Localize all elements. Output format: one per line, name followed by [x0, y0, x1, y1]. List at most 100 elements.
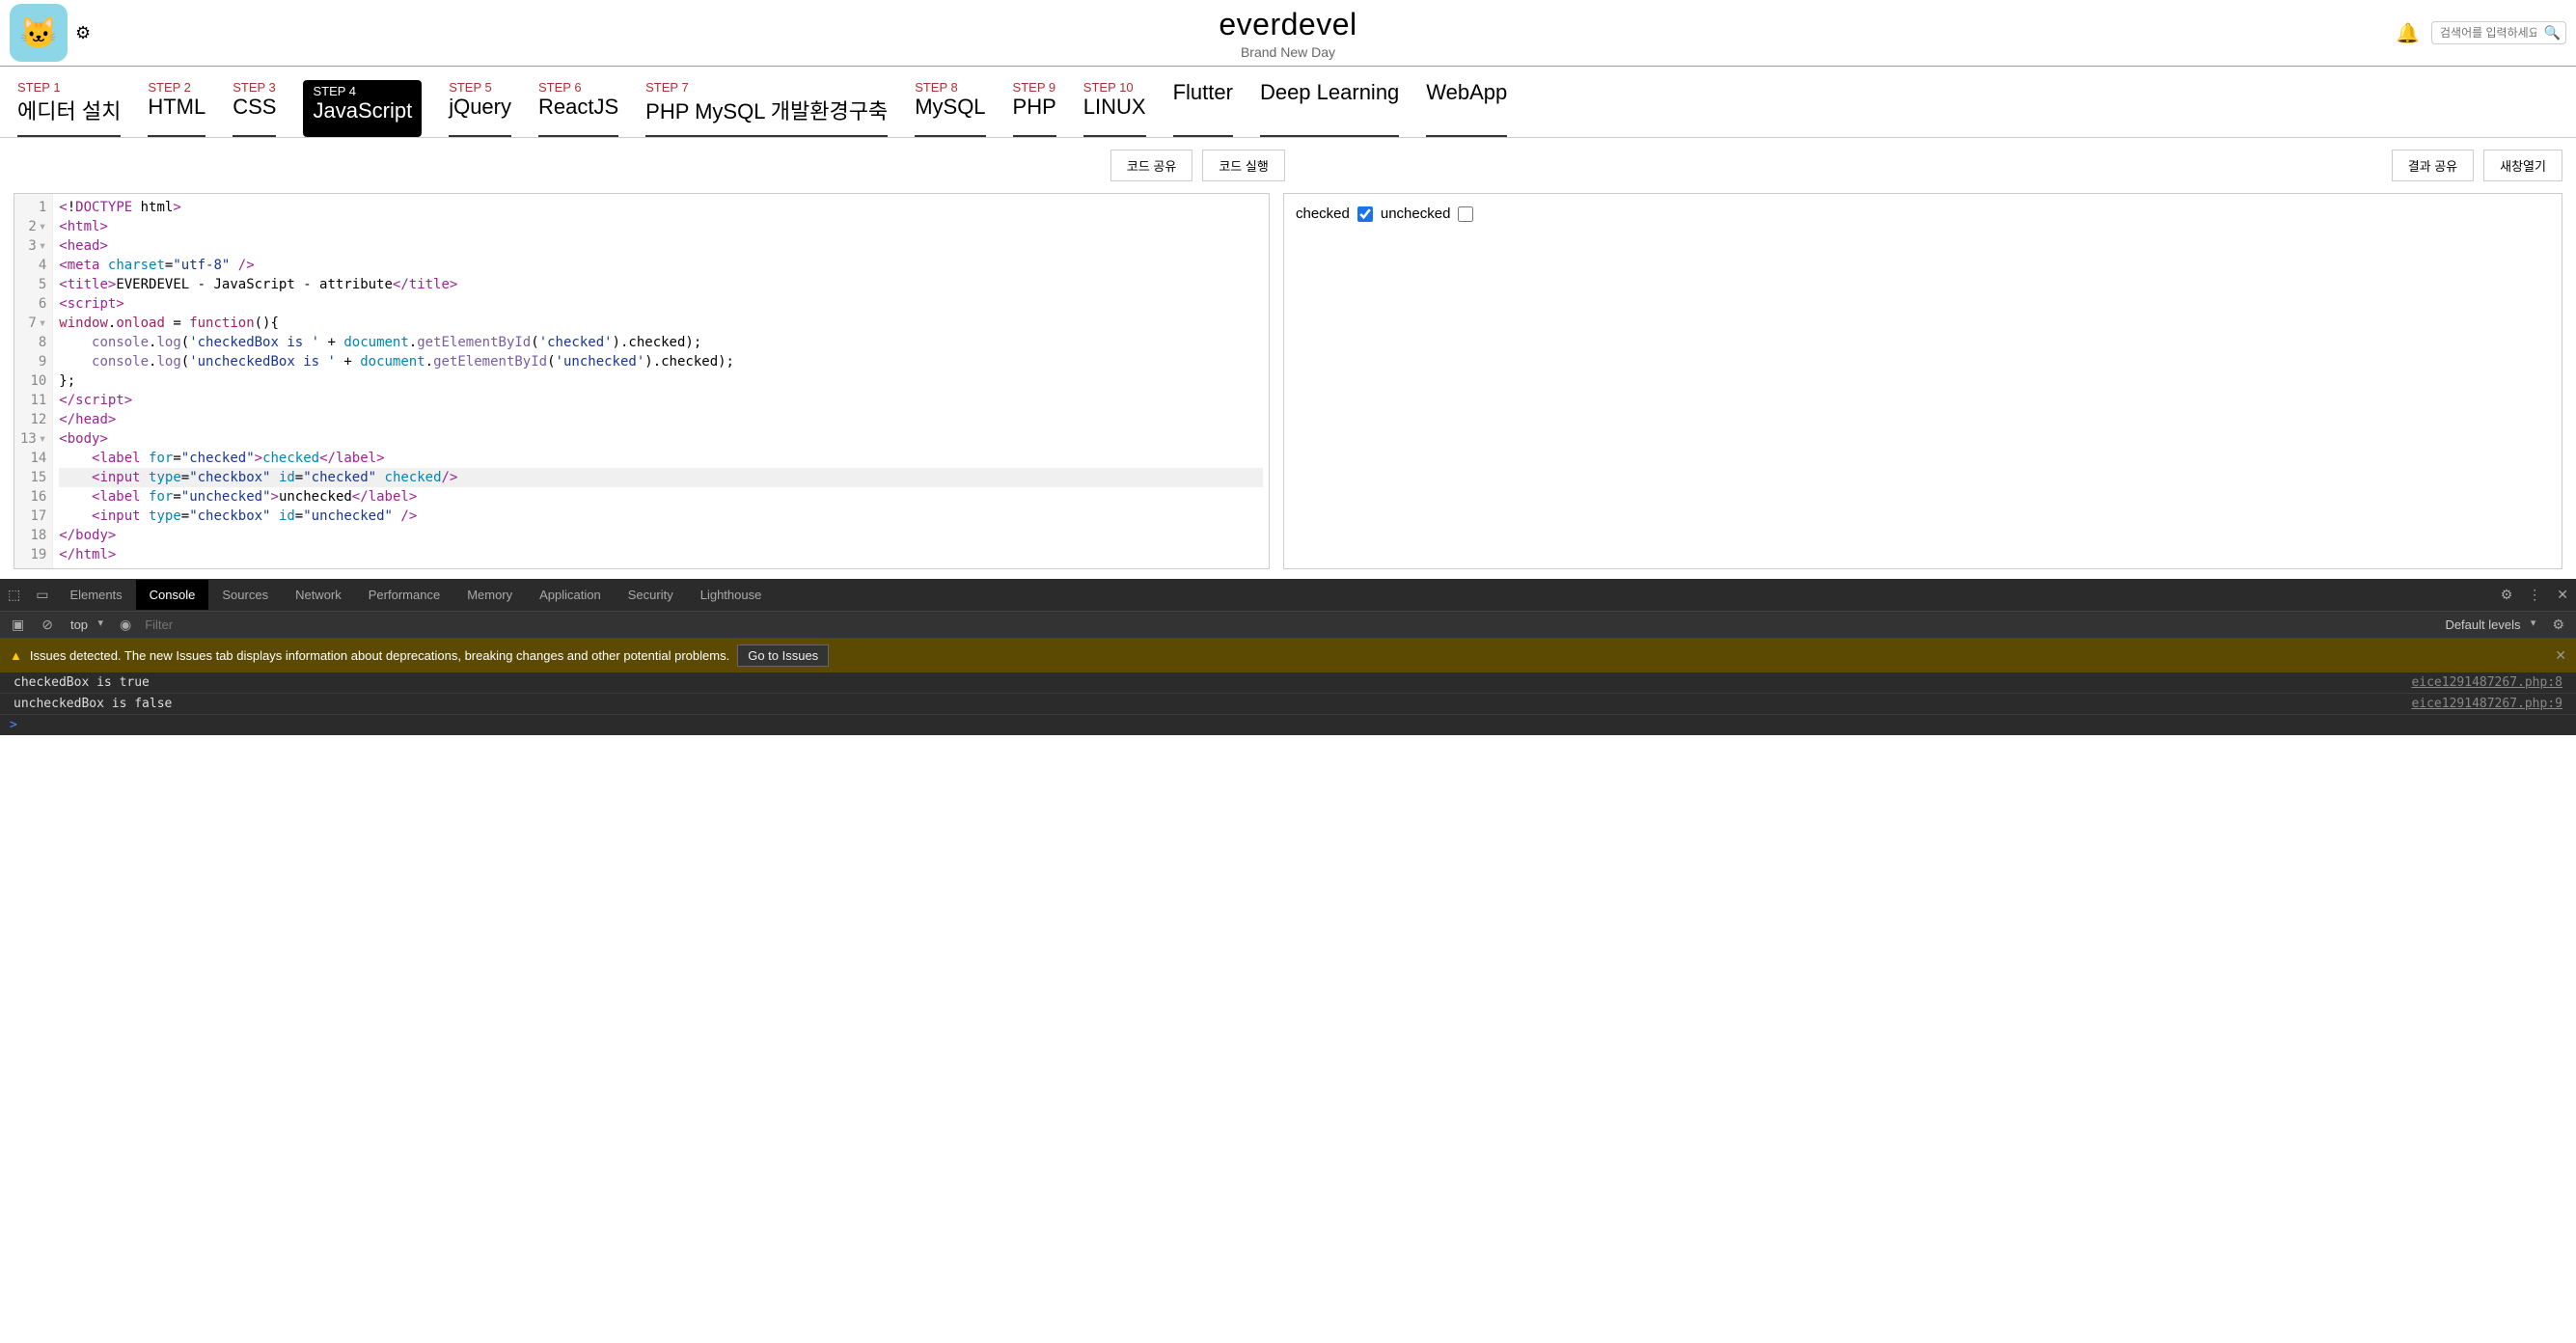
- run-code-button[interactable]: 코드 실행: [1202, 150, 1284, 181]
- code-line[interactable]: <label for="unchecked">unchecked</label>: [59, 487, 1263, 507]
- log-message: uncheckedBox is false: [14, 697, 172, 711]
- main-split: 12▾3▾4567▾8910111213▾141516171819 <!DOCT…: [0, 193, 2576, 579]
- settings-icon[interactable]: ⚙: [2493, 579, 2521, 611]
- log-source-link[interactable]: eice1291487267.php:9: [2411, 697, 2562, 711]
- editor-pane[interactable]: 12▾3▾4567▾8910111213▾141516171819 <!DOCT…: [14, 193, 1270, 569]
- step-label: STEP 4: [313, 84, 412, 98]
- eye-icon[interactable]: ◉: [116, 617, 135, 633]
- log-source-link[interactable]: eice1291487267.php:8: [2411, 675, 2562, 690]
- devtools-tab-lighthouse[interactable]: Lighthouse: [687, 580, 776, 610]
- code-line[interactable]: <body>: [59, 429, 1263, 449]
- brand-subtitle: Brand New Day: [1219, 44, 1357, 60]
- go-to-issues-button[interactable]: Go to Issues: [737, 644, 829, 667]
- search-wrap: 🔍: [2431, 21, 2566, 44]
- nav-steps: STEP 1에디터 설치 STEP 2HTML STEP 3CSS STEP 4Jav…: [0, 67, 2576, 138]
- devtools-tab-console[interactable]: Console: [136, 580, 209, 610]
- code-line[interactable]: window.onload = function(){: [59, 314, 1263, 333]
- step-name: Deep Learning: [1260, 80, 1399, 105]
- nav-step-php[interactable]: STEP 9PHP: [1013, 80, 1056, 137]
- checkbox-checked[interactable]: [1357, 206, 1373, 222]
- devtools-tab-network[interactable]: Network: [282, 580, 355, 610]
- more-icon[interactable]: ⋮: [2520, 579, 2549, 611]
- log-row: checkedBox is true eice1291487267.php:8: [0, 672, 2576, 694]
- levels-select[interactable]: Default levels: [2441, 616, 2538, 634]
- code-line[interactable]: <meta charset="utf-8" />: [59, 256, 1263, 275]
- nav-step-css[interactable]: STEP 3CSS: [233, 80, 276, 137]
- step-name: WebApp: [1426, 80, 1507, 105]
- new-window-button[interactable]: 새창열기: [2483, 150, 2562, 181]
- code-line[interactable]: </head>: [59, 410, 1263, 429]
- logo[interactable]: 🐱: [10, 4, 68, 62]
- code-line[interactable]: console.log('uncheckedBox is ' + documen…: [59, 352, 1263, 371]
- clear-icon[interactable]: ⊘: [38, 617, 57, 633]
- nav-step-javascript[interactable]: STEP 4JavaScript: [303, 80, 422, 137]
- devtools-tab-sources[interactable]: Sources: [208, 580, 282, 610]
- nav-step-jquery[interactable]: STEP 5jQuery: [449, 80, 511, 137]
- devtools-right: ⚙ ⋮ ✕: [2493, 579, 2576, 611]
- code-line[interactable]: </html>: [59, 545, 1263, 564]
- bell-icon[interactable]: 🔔: [2396, 21, 2420, 45]
- context-select[interactable]: top: [67, 616, 106, 634]
- code-line[interactable]: <title>EVERDEVEL - JavaScript - attribut…: [59, 275, 1263, 294]
- line-number: 8: [20, 333, 46, 352]
- code-line[interactable]: console.log('checkedBox is ' + document.…: [59, 333, 1263, 352]
- devtools-tab-application[interactable]: Application: [526, 580, 615, 610]
- code-line[interactable]: </body>: [59, 526, 1263, 545]
- code-line[interactable]: };: [59, 371, 1263, 391]
- label-unchecked: unchecked: [1381, 206, 1451, 222]
- line-number: 18: [20, 526, 46, 545]
- code-area[interactable]: <!DOCTYPE html><html><head><meta charset…: [53, 194, 1269, 568]
- code-line[interactable]: <label for="checked">checked</label>: [59, 449, 1263, 468]
- share-result-button[interactable]: 결과 공유: [2392, 150, 2474, 181]
- checkbox-unchecked[interactable]: [1458, 206, 1473, 222]
- devtools-tab-security[interactable]: Security: [615, 580, 687, 610]
- filter-input[interactable]: [145, 617, 2431, 632]
- console-log: checkedBox is true eice1291487267.php:8 un…: [0, 672, 2576, 715]
- nav-step-mysql[interactable]: STEP 8MySQL: [915, 80, 985, 137]
- toolbar-center: 코드 공유 코드 실행: [1110, 150, 1285, 181]
- code-line[interactable]: <head>: [59, 236, 1263, 256]
- line-number: 19: [20, 545, 46, 564]
- code-line[interactable]: <!DOCTYPE html>: [59, 198, 1263, 217]
- nav-step-reactjs[interactable]: STEP 6ReactJS: [538, 80, 618, 137]
- nav-step-에디터-설치[interactable]: STEP 1에디터 설치: [17, 80, 121, 137]
- line-number: 14: [20, 449, 46, 468]
- line-number: 12: [20, 410, 46, 429]
- nav-step-flutter[interactable]: Flutter: [1173, 80, 1233, 137]
- device-icon[interactable]: ▭: [28, 579, 56, 611]
- step-label: STEP 2: [148, 80, 206, 95]
- step-name: Flutter: [1173, 80, 1233, 105]
- nav-step-deep-learning[interactable]: Deep Learning: [1260, 80, 1399, 137]
- close-icon[interactable]: ✕: [2549, 579, 2576, 611]
- devtools-filter-bar: ▣ ⊘ top ◉ Default levels ⚙: [0, 612, 2576, 639]
- warning-close-icon[interactable]: ✕: [2555, 647, 2566, 664]
- devtools-tab-performance[interactable]: Performance: [355, 580, 453, 610]
- devtools: ⬚ ▭ ElementsConsoleSourcesNetworkPerform…: [0, 579, 2576, 735]
- nav-step-webapp[interactable]: WebApp: [1426, 80, 1507, 137]
- code-line[interactable]: </script>: [59, 391, 1263, 410]
- line-number: 17: [20, 507, 46, 526]
- inspect-icon[interactable]: ⬚: [0, 579, 28, 611]
- step-label: STEP 1: [17, 80, 121, 95]
- step-label: STEP 6: [538, 80, 618, 95]
- search-icon[interactable]: 🔍: [2544, 25, 2561, 41]
- gear-icon[interactable]: ⚙: [75, 23, 91, 43]
- header-right: 🔔 🔍: [2396, 21, 2566, 45]
- code-line[interactable]: <script>: [59, 294, 1263, 314]
- nav-step-php-mysql-개발환경구축[interactable]: STEP 7PHP MySQL 개발환경구축: [645, 80, 888, 137]
- code-line[interactable]: <input type="checkbox" id="unchecked" />: [59, 507, 1263, 526]
- gear-small-icon[interactable]: ⚙: [2548, 617, 2568, 633]
- log-message: checkedBox is true: [14, 675, 150, 690]
- nav-step-linux[interactable]: STEP 10LINUX: [1083, 80, 1146, 137]
- play-icon[interactable]: ▣: [8, 617, 28, 633]
- devtools-tab-elements[interactable]: Elements: [56, 580, 135, 610]
- nav-step-html[interactable]: STEP 2HTML: [148, 80, 206, 137]
- line-number: 9: [20, 352, 46, 371]
- step-label: STEP 10: [1083, 80, 1146, 95]
- code-line[interactable]: <input type="checkbox" id="checked" chec…: [59, 468, 1263, 487]
- console-prompt[interactable]: >: [0, 715, 2576, 735]
- header: 🐱 ⚙ everdevel Brand New Day 🔔 🔍: [0, 0, 2576, 67]
- share-code-button[interactable]: 코드 공유: [1110, 150, 1192, 181]
- devtools-tab-memory[interactable]: Memory: [453, 580, 526, 610]
- code-line[interactable]: <html>: [59, 217, 1263, 236]
